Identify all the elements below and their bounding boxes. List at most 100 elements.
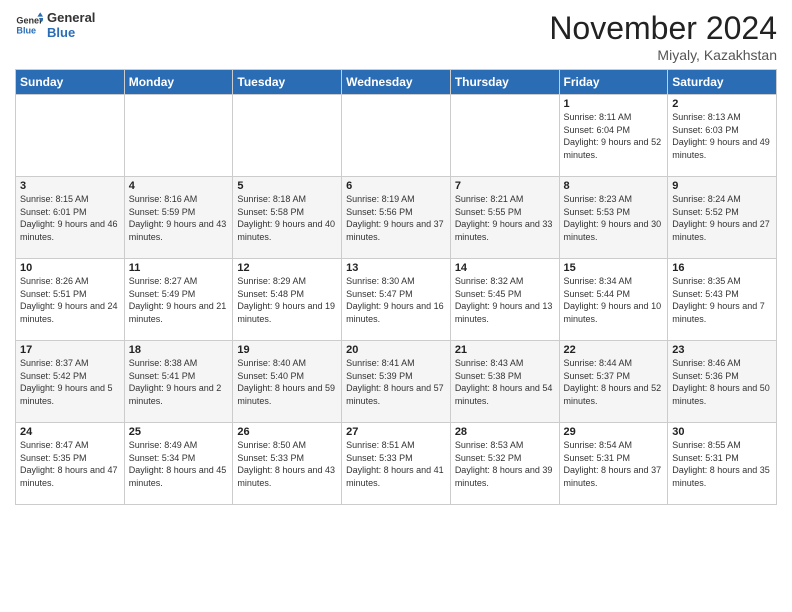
day-info: Sunrise: 8:15 AM Sunset: 6:01 PM Dayligh… xyxy=(20,193,120,243)
day-number: 28 xyxy=(455,426,555,438)
calendar-cell: 20Sunrise: 8:41 AM Sunset: 5:39 PM Dayli… xyxy=(342,341,451,423)
day-number: 29 xyxy=(564,426,664,438)
day-info: Sunrise: 8:24 AM Sunset: 5:52 PM Dayligh… xyxy=(672,193,772,243)
calendar-cell: 23Sunrise: 8:46 AM Sunset: 5:36 PM Dayli… xyxy=(668,341,777,423)
location: Miyaly, Kazakhstan xyxy=(549,47,777,63)
day-number: 14 xyxy=(455,262,555,274)
day-number: 23 xyxy=(672,344,772,356)
day-number: 18 xyxy=(129,344,229,356)
page-header: General Blue General Blue November 2024 … xyxy=(15,10,777,63)
calendar-cell: 10Sunrise: 8:26 AM Sunset: 5:51 PM Dayli… xyxy=(16,259,125,341)
calendar-cell: 4Sunrise: 8:16 AM Sunset: 5:59 PM Daylig… xyxy=(124,177,233,259)
day-info: Sunrise: 8:54 AM Sunset: 5:31 PM Dayligh… xyxy=(564,439,664,489)
week-row-4: 17Sunrise: 8:37 AM Sunset: 5:42 PM Dayli… xyxy=(16,341,777,423)
svg-text:Blue: Blue xyxy=(16,25,36,35)
logo-icon: General Blue xyxy=(15,11,43,39)
day-info: Sunrise: 8:23 AM Sunset: 5:53 PM Dayligh… xyxy=(564,193,664,243)
day-info: Sunrise: 8:18 AM Sunset: 5:58 PM Dayligh… xyxy=(237,193,337,243)
day-number: 25 xyxy=(129,426,229,438)
week-row-2: 3Sunrise: 8:15 AM Sunset: 6:01 PM Daylig… xyxy=(16,177,777,259)
weekday-header-sunday: Sunday xyxy=(16,70,125,95)
calendar-body: 1Sunrise: 8:11 AM Sunset: 6:04 PM Daylig… xyxy=(16,95,777,505)
calendar-cell: 19Sunrise: 8:40 AM Sunset: 5:40 PM Dayli… xyxy=(233,341,342,423)
logo-blue: Blue xyxy=(47,25,95,40)
calendar-cell xyxy=(342,95,451,177)
day-info: Sunrise: 8:37 AM Sunset: 5:42 PM Dayligh… xyxy=(20,357,120,407)
weekday-header-tuesday: Tuesday xyxy=(233,70,342,95)
calendar-cell: 5Sunrise: 8:18 AM Sunset: 5:58 PM Daylig… xyxy=(233,177,342,259)
day-info: Sunrise: 8:44 AM Sunset: 5:37 PM Dayligh… xyxy=(564,357,664,407)
weekday-header-thursday: Thursday xyxy=(450,70,559,95)
day-info: Sunrise: 8:30 AM Sunset: 5:47 PM Dayligh… xyxy=(346,275,446,325)
day-number: 6 xyxy=(346,180,446,192)
day-info: Sunrise: 8:29 AM Sunset: 5:48 PM Dayligh… xyxy=(237,275,337,325)
calendar-cell: 24Sunrise: 8:47 AM Sunset: 5:35 PM Dayli… xyxy=(16,423,125,505)
day-info: Sunrise: 8:32 AM Sunset: 5:45 PM Dayligh… xyxy=(455,275,555,325)
calendar-cell: 26Sunrise: 8:50 AM Sunset: 5:33 PM Dayli… xyxy=(233,423,342,505)
day-info: Sunrise: 8:53 AM Sunset: 5:32 PM Dayligh… xyxy=(455,439,555,489)
calendar-cell: 14Sunrise: 8:32 AM Sunset: 5:45 PM Dayli… xyxy=(450,259,559,341)
logo: General Blue General Blue xyxy=(15,10,95,40)
weekday-header-monday: Monday xyxy=(124,70,233,95)
calendar-cell: 21Sunrise: 8:43 AM Sunset: 5:38 PM Dayli… xyxy=(450,341,559,423)
day-info: Sunrise: 8:13 AM Sunset: 6:03 PM Dayligh… xyxy=(672,111,772,161)
calendar-cell: 3Sunrise: 8:15 AM Sunset: 6:01 PM Daylig… xyxy=(16,177,125,259)
calendar-table: SundayMondayTuesdayWednesdayThursdayFrid… xyxy=(15,69,777,505)
calendar-cell: 9Sunrise: 8:24 AM Sunset: 5:52 PM Daylig… xyxy=(668,177,777,259)
calendar-cell: 13Sunrise: 8:30 AM Sunset: 5:47 PM Dayli… xyxy=(342,259,451,341)
day-info: Sunrise: 8:40 AM Sunset: 5:40 PM Dayligh… xyxy=(237,357,337,407)
day-info: Sunrise: 8:26 AM Sunset: 5:51 PM Dayligh… xyxy=(20,275,120,325)
day-number: 27 xyxy=(346,426,446,438)
svg-text:General: General xyxy=(16,16,43,26)
calendar-cell: 22Sunrise: 8:44 AM Sunset: 5:37 PM Dayli… xyxy=(559,341,668,423)
calendar-cell: 18Sunrise: 8:38 AM Sunset: 5:41 PM Dayli… xyxy=(124,341,233,423)
calendar-cell: 12Sunrise: 8:29 AM Sunset: 5:48 PM Dayli… xyxy=(233,259,342,341)
calendar-cell: 15Sunrise: 8:34 AM Sunset: 5:44 PM Dayli… xyxy=(559,259,668,341)
day-number: 7 xyxy=(455,180,555,192)
calendar-cell: 28Sunrise: 8:53 AM Sunset: 5:32 PM Dayli… xyxy=(450,423,559,505)
day-number: 26 xyxy=(237,426,337,438)
day-info: Sunrise: 8:51 AM Sunset: 5:33 PM Dayligh… xyxy=(346,439,446,489)
weekday-header-saturday: Saturday xyxy=(668,70,777,95)
day-info: Sunrise: 8:43 AM Sunset: 5:38 PM Dayligh… xyxy=(455,357,555,407)
day-number: 19 xyxy=(237,344,337,356)
weekday-header-friday: Friday xyxy=(559,70,668,95)
day-number: 15 xyxy=(564,262,664,274)
calendar-cell xyxy=(450,95,559,177)
calendar-cell: 8Sunrise: 8:23 AM Sunset: 5:53 PM Daylig… xyxy=(559,177,668,259)
calendar-cell: 17Sunrise: 8:37 AM Sunset: 5:42 PM Dayli… xyxy=(16,341,125,423)
day-info: Sunrise: 8:19 AM Sunset: 5:56 PM Dayligh… xyxy=(346,193,446,243)
day-info: Sunrise: 8:16 AM Sunset: 5:59 PM Dayligh… xyxy=(129,193,229,243)
day-info: Sunrise: 8:21 AM Sunset: 5:55 PM Dayligh… xyxy=(455,193,555,243)
weekday-header-row: SundayMondayTuesdayWednesdayThursdayFrid… xyxy=(16,70,777,95)
calendar-cell: 11Sunrise: 8:27 AM Sunset: 5:49 PM Dayli… xyxy=(124,259,233,341)
calendar-cell: 2Sunrise: 8:13 AM Sunset: 6:03 PM Daylig… xyxy=(668,95,777,177)
day-info: Sunrise: 8:35 AM Sunset: 5:43 PM Dayligh… xyxy=(672,275,772,325)
calendar-cell: 6Sunrise: 8:19 AM Sunset: 5:56 PM Daylig… xyxy=(342,177,451,259)
day-info: Sunrise: 8:41 AM Sunset: 5:39 PM Dayligh… xyxy=(346,357,446,407)
day-number: 10 xyxy=(20,262,120,274)
calendar-cell: 30Sunrise: 8:55 AM Sunset: 5:31 PM Dayli… xyxy=(668,423,777,505)
calendar-cell xyxy=(16,95,125,177)
calendar-cell: 25Sunrise: 8:49 AM Sunset: 5:34 PM Dayli… xyxy=(124,423,233,505)
calendar-cell: 29Sunrise: 8:54 AM Sunset: 5:31 PM Dayli… xyxy=(559,423,668,505)
calendar-cell xyxy=(233,95,342,177)
day-info: Sunrise: 8:49 AM Sunset: 5:34 PM Dayligh… xyxy=(129,439,229,489)
day-number: 16 xyxy=(672,262,772,274)
day-number: 8 xyxy=(564,180,664,192)
day-number: 22 xyxy=(564,344,664,356)
day-number: 9 xyxy=(672,180,772,192)
day-number: 2 xyxy=(672,98,772,110)
day-info: Sunrise: 8:47 AM Sunset: 5:35 PM Dayligh… xyxy=(20,439,120,489)
calendar-cell: 27Sunrise: 8:51 AM Sunset: 5:33 PM Dayli… xyxy=(342,423,451,505)
day-info: Sunrise: 8:50 AM Sunset: 5:33 PM Dayligh… xyxy=(237,439,337,489)
week-row-5: 24Sunrise: 8:47 AM Sunset: 5:35 PM Dayli… xyxy=(16,423,777,505)
day-number: 12 xyxy=(237,262,337,274)
day-number: 17 xyxy=(20,344,120,356)
calendar-cell xyxy=(124,95,233,177)
day-number: 13 xyxy=(346,262,446,274)
week-row-1: 1Sunrise: 8:11 AM Sunset: 6:04 PM Daylig… xyxy=(16,95,777,177)
day-number: 5 xyxy=(237,180,337,192)
day-number: 4 xyxy=(129,180,229,192)
day-number: 30 xyxy=(672,426,772,438)
